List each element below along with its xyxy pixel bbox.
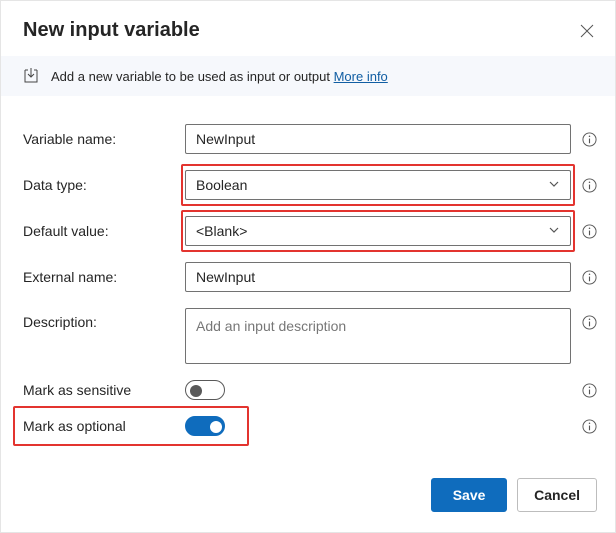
more-info-link[interactable]: More info	[334, 69, 388, 84]
row-mark-optional: Mark as optional	[23, 416, 597, 436]
info-icon[interactable]	[581, 269, 597, 285]
info-text: Add a new variable to be used as input o…	[51, 69, 388, 84]
dialog-title: New input variable	[23, 19, 200, 42]
default-value-select[interactable]: <Blank>	[185, 216, 571, 246]
label-mark-sensitive: Mark as sensitive	[23, 382, 185, 398]
cancel-button[interactable]: Cancel	[517, 478, 597, 512]
row-default-value: Default value: <Blank>	[23, 216, 597, 246]
chevron-down-icon	[548, 176, 560, 194]
close-icon	[580, 24, 594, 38]
dialog-footer: Save Cancel	[1, 462, 615, 532]
label-default-value: Default value:	[23, 223, 185, 239]
info-icon[interactable]	[581, 382, 597, 398]
mark-optional-toggle[interactable]	[185, 416, 225, 436]
row-external-name: External name:	[23, 262, 597, 292]
label-variable-name: Variable name:	[23, 131, 185, 147]
label-mark-optional: Mark as optional	[23, 418, 185, 434]
mark-sensitive-toggle[interactable]	[185, 380, 225, 400]
info-icon[interactable]	[581, 314, 597, 330]
label-external-name: External name:	[23, 269, 185, 285]
info-bar: Add a new variable to be used as input o…	[1, 56, 615, 96]
label-description: Description:	[23, 308, 185, 330]
save-button[interactable]: Save	[431, 478, 507, 512]
info-icon[interactable]	[581, 131, 597, 147]
import-icon	[23, 68, 39, 84]
description-input[interactable]	[185, 308, 571, 364]
info-icon[interactable]	[581, 418, 597, 434]
dialog-header: New input variable	[1, 1, 615, 56]
row-description: Description:	[23, 308, 597, 364]
variable-name-input[interactable]	[185, 124, 571, 154]
toggle-knob	[190, 385, 202, 397]
data-type-select[interactable]: Boolean	[185, 170, 571, 200]
label-data-type: Data type:	[23, 177, 185, 193]
new-input-variable-dialog: New input variable Add a new variable to…	[0, 0, 616, 533]
info-text-content: Add a new variable to be used as input o…	[51, 69, 330, 84]
default-value-value: <Blank>	[196, 222, 247, 240]
info-icon[interactable]	[581, 223, 597, 239]
data-type-value: Boolean	[196, 176, 247, 194]
chevron-down-icon	[548, 222, 560, 240]
close-button[interactable]	[577, 21, 597, 41]
info-icon[interactable]	[581, 177, 597, 193]
row-mark-sensitive: Mark as sensitive	[23, 380, 597, 400]
toggle-knob	[210, 421, 222, 433]
row-variable-name: Variable name:	[23, 124, 597, 154]
row-data-type: Data type: Boolean	[23, 170, 597, 200]
external-name-input[interactable]	[185, 262, 571, 292]
form-body: Variable name: Data type: Boolean	[1, 96, 615, 462]
